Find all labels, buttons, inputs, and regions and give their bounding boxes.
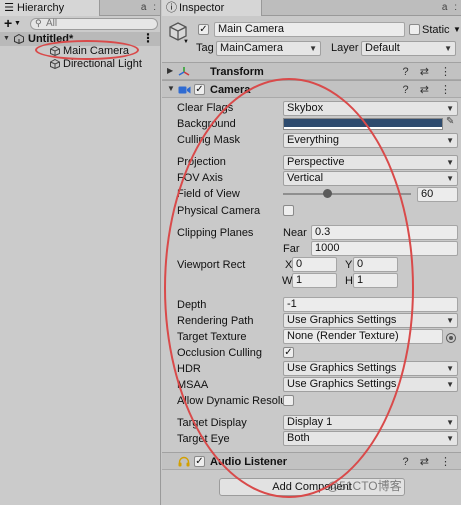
chevron-down-icon[interactable]: ▼ [453,23,461,37]
chevron-down-icon: ▼ [446,418,454,427]
tab-hierarchy[interactable]: ☰ Hierarchy [0,0,100,16]
static-checkbox[interactable] [409,24,420,35]
inspector-tabbar: ⓘ Inspector a : [162,0,461,16]
chevron-down-icon: ▼ [446,364,454,373]
chevron-down-icon[interactable]: ▼ [14,20,21,27]
chevron-down-icon: ▼ [446,136,454,145]
object-picker-icon[interactable] [446,333,456,343]
hierarchy-tabbar: ☰ Hierarchy a : [0,0,160,16]
chevron-down-icon: ▼ [446,104,454,113]
tab-inspector[interactable]: ⓘ Inspector [162,0,262,16]
audio-listener-checkbox[interactable]: ✓ [194,456,205,467]
scene-menu-icon[interactable]: ⋮ [142,31,154,45]
expand-triangle-icon[interactable]: ▶ [167,66,173,75]
transform-icon [178,67,190,76]
transform-header[interactable]: ▶ Transform ? ⇄ ⋮ [162,62,461,80]
search-icon: ⚲ [35,18,42,28]
chevron-down-icon: ▼ [446,158,454,167]
component-tools[interactable]: ? ⇄ ⋮ [403,65,455,79]
annotation-ellipse [35,40,139,60]
chevron-down-icon: ▼ [309,44,317,53]
inspector-tab-label: Inspector [179,2,225,14]
chevron-down-icon: ▼ [444,44,452,53]
expand-triangle-icon[interactable]: ▼ [167,84,175,93]
layer-label: Layer [331,42,359,54]
chevron-down-icon: ▼ [446,174,454,183]
scene-icon [14,34,24,44]
hierarchy-toolbar: + ▼ ⚲ [0,16,160,31]
eyedropper-icon[interactable]: ✎ [446,116,454,127]
camera-icon [178,86,191,94]
active-checkbox[interactable]: ✓ [198,24,209,35]
tag-dropdown[interactable]: MainCamera ▼ [216,41,321,56]
component-tools[interactable]: ? ⇄ ⋮ [403,455,455,469]
chevron-down-icon: ▼ [446,434,454,443]
static-label: Static [422,24,450,36]
tag-label: Tag [196,42,214,54]
info-icon: ⓘ [166,2,177,14]
gameobject-icon [50,59,60,69]
layer-value: Default [365,42,400,54]
list-icon: ☰ [4,2,14,14]
chevron-down-icon: ▼ [446,380,454,389]
field-of-view-input[interactable]: 60 [417,187,458,202]
add-icon[interactable]: + [4,16,12,30]
hierarchy-tab-label: Hierarchy [17,2,65,14]
search-input[interactable] [46,18,146,29]
component-tools[interactable]: ? ⇄ ⋮ [403,83,455,97]
tag-value: MainCamera [220,42,283,54]
inspector-panel: ⓘ Inspector a : ▼ ✓ Main Camera Static ▼ … [162,0,461,505]
inspector-tab-tools[interactable]: a : [442,0,459,16]
chevron-down-icon: ▼ [446,316,454,325]
camera-enabled-checkbox[interactable]: ✓ [194,84,205,95]
object-name-field[interactable]: Main Camera [214,22,405,37]
hierarchy-search[interactable]: ⚲ [30,18,158,30]
chevron-down-icon[interactable]: ▼ [183,39,189,45]
annotation-ellipse [164,78,414,498]
layer-dropdown[interactable]: Default ▼ [361,41,456,56]
transform-title: Transform [210,66,264,78]
hierarchy-tab-tools[interactable]: a : [141,0,158,16]
hierarchy-panel: ☰Hierarchy a : + ▼ ⚲ ▼ Untitled* ⋮ Main … [0,0,161,505]
headphones-icon [178,456,190,467]
